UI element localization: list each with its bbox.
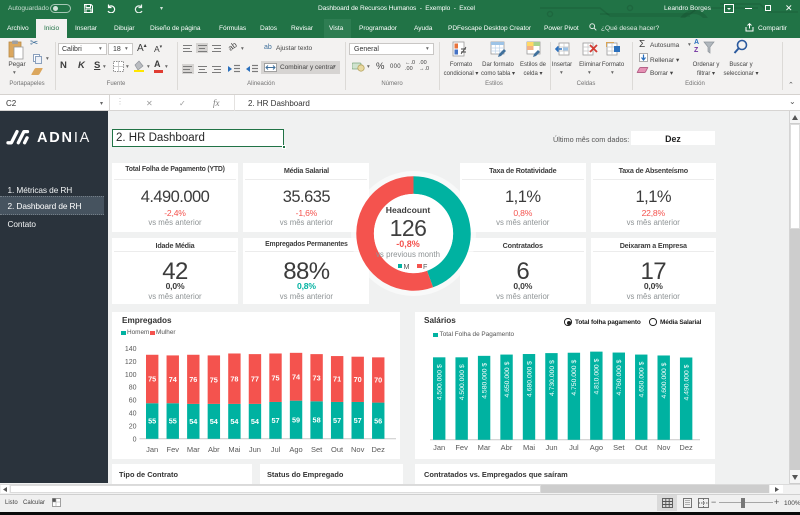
svg-text:57: 57 [333, 416, 341, 425]
svg-text:56: 56 [374, 416, 382, 425]
svg-text:4.810.000 $: 4.810.000 $ [594, 358, 601, 394]
svg-text:100: 100 [125, 372, 137, 379]
svg-text:Mar: Mar [478, 443, 491, 452]
svg-text:74: 74 [292, 372, 301, 381]
svg-text:4.500.000 $: 4.500.000 $ [437, 364, 444, 400]
svg-text:Dez: Dez [372, 445, 386, 454]
svg-text:54: 54 [189, 417, 198, 426]
svg-text:70: 70 [374, 376, 382, 385]
svg-text:55: 55 [169, 417, 177, 426]
svg-text:59: 59 [292, 415, 300, 424]
svg-text:77: 77 [251, 375, 259, 384]
svg-text:4.600.000 $: 4.600.000 $ [661, 362, 668, 398]
svg-text:4.760.000 $: 4.760.000 $ [616, 359, 623, 395]
svg-text:Out: Out [331, 445, 344, 454]
svg-text:140: 140 [125, 346, 137, 353]
svg-text:Jul: Jul [271, 445, 281, 454]
svg-text:54: 54 [230, 417, 239, 426]
svg-text:4.500.000 $: 4.500.000 $ [459, 364, 466, 400]
svg-text:20: 20 [129, 424, 137, 431]
svg-text:Abr: Abr [501, 443, 513, 452]
svg-text:Nov: Nov [657, 443, 671, 452]
svg-text:75: 75 [148, 375, 156, 384]
svg-text:Jan: Jan [146, 445, 158, 454]
svg-text:4.580.000 $: 4.580.000 $ [481, 363, 488, 399]
svg-text:76: 76 [189, 375, 197, 384]
svg-text:40: 40 [129, 411, 137, 418]
svg-text:70: 70 [354, 375, 362, 384]
svg-text:Mai: Mai [228, 445, 240, 454]
svg-text:Jun: Jun [249, 445, 261, 454]
svg-text:4.730.000 $: 4.730.000 $ [549, 360, 556, 396]
svg-text:60: 60 [129, 398, 137, 405]
svg-text:78: 78 [230, 374, 238, 383]
svg-text:57: 57 [271, 416, 279, 425]
svg-text:58: 58 [313, 416, 321, 425]
svg-text:Jan: Jan [433, 443, 445, 452]
svg-text:4.680.000 $: 4.680.000 $ [526, 361, 533, 397]
svg-text:57: 57 [354, 416, 362, 425]
svg-text:Dez: Dez [679, 443, 693, 452]
svg-text:Jun: Jun [545, 443, 557, 452]
svg-text:Ago: Ago [590, 443, 603, 452]
svg-text:73: 73 [313, 373, 321, 382]
svg-text:4.490.000 $: 4.490.000 $ [683, 364, 690, 400]
svg-text:74: 74 [169, 375, 178, 384]
svg-text:80: 80 [129, 385, 137, 392]
svg-text:Fev: Fev [455, 443, 468, 452]
svg-text:Set: Set [613, 443, 625, 452]
svg-text:55: 55 [148, 417, 156, 426]
svg-text:Out: Out [635, 443, 648, 452]
svg-text:71: 71 [333, 375, 341, 384]
svg-text:4.650.000 $: 4.650.000 $ [639, 361, 646, 397]
svg-text:Abr: Abr [208, 445, 220, 454]
svg-text:Set: Set [311, 445, 323, 454]
svg-text:54: 54 [210, 417, 219, 426]
svg-text:Mar: Mar [187, 445, 200, 454]
svg-text:Ago: Ago [289, 445, 302, 454]
svg-text:0: 0 [133, 436, 137, 443]
svg-text:75: 75 [210, 375, 218, 384]
svg-text:Fev: Fev [167, 445, 180, 454]
svg-text:4.650.000 $: 4.650.000 $ [504, 361, 511, 397]
svg-text:120: 120 [125, 359, 137, 366]
svg-text:4.750.000 $: 4.750.000 $ [571, 360, 578, 396]
svg-text:Mai: Mai [523, 443, 535, 452]
svg-text:Jul: Jul [569, 443, 579, 452]
svg-text:Nov: Nov [351, 445, 365, 454]
svg-text:54: 54 [251, 417, 260, 426]
svg-text:75: 75 [271, 373, 279, 382]
